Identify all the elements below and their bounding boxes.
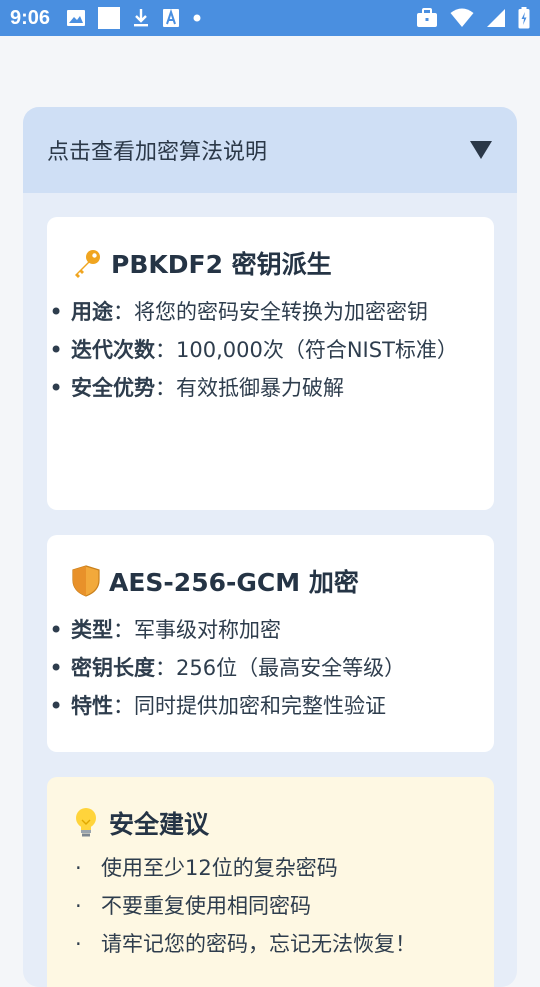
- pbkdf2-points: • 用途：将您的密码安全转换为加密密钥 • 迭代次数：100,000次（符合NIST…: [49, 293, 470, 407]
- accordion-title: 点击查看加密算法说明: [47, 140, 268, 165]
- key-icon: [71, 247, 103, 279]
- dot-icon: [192, 13, 202, 23]
- list-item: • 密钥长度：256位（最高安全等级）: [49, 654, 406, 682]
- accordion-header[interactable]: 点击查看加密算法说明: [23, 107, 517, 193]
- list-item: • 安全优势：有效抵御暴力破解: [49, 374, 344, 402]
- list-item: • 类型：军事级对称加密: [49, 616, 281, 644]
- font-icon: [162, 8, 180, 28]
- list-item: · 请牢记您的密码，忘记无法恢复！: [75, 932, 416, 956]
- status-right-icons: [404, 7, 530, 29]
- aes-card-title: AES-256-GCM 加密: [71, 561, 470, 601]
- shield-icon: [71, 565, 101, 597]
- list-item: • 用途：将您的密码安全转换为加密密钥: [49, 298, 428, 326]
- battery-icon: [518, 7, 530, 29]
- tips-title-text: 安全建议: [109, 810, 210, 839]
- status-time: 9:06: [10, 6, 51, 29]
- list-item: · 使用至少12位的复杂密码: [75, 856, 338, 880]
- list-item: · 不要重复使用相同密码: [75, 894, 311, 918]
- pbkdf2-card-title: PBKDF2 密钥派生: [71, 243, 470, 283]
- tips-list: · 使用至少12位的复杂密码 · 不要重复使用相同密码 · 请牢记您的密码，忘记…: [71, 849, 470, 963]
- aes-title-text: AES-256-GCM 加密: [109, 568, 359, 597]
- pbkdf2-title-text: PBKDF2 密钥派生: [111, 250, 332, 279]
- signal-icon: [486, 8, 506, 28]
- aes-card: AES-256-GCM 加密 • 类型：军事级对称加密 • 密钥长度：256位（最高…: [47, 535, 494, 752]
- pbkdf2-card: PBKDF2 密钥派生 • 用途：将您的密码安全转换为加密密钥 • 迭代次数：100…: [47, 217, 494, 510]
- image-icon: [66, 9, 86, 27]
- list-item: • 迭代次数：100,000次（符合NIST标准）: [49, 336, 458, 364]
- aes-points: • 类型：军事级对称加密 • 密钥长度：256位（最高安全等级） • 特性：同时提供加…: [49, 611, 470, 725]
- triangle-down-icon[interactable]: [469, 140, 493, 160]
- lightbulb-icon: [71, 806, 101, 840]
- square-icon: [98, 7, 121, 29]
- list-item: • 特性：同时提供加密和完整性验证: [49, 692, 386, 720]
- encryption-info-panel: 点击查看加密算法说明 PBKDF2 密钥派生 • 用途：将您的密码安全转换为加密密…: [23, 107, 517, 987]
- download-icon: [132, 8, 150, 28]
- wifi-icon: [450, 8, 474, 28]
- status-bar: 9:06: [0, 0, 540, 36]
- tips-card-title: 安全建议: [71, 803, 470, 843]
- briefcase-icon: [416, 8, 438, 28]
- security-tips-card: 安全建议 · 使用至少12位的复杂密码 · 不要重复使用相同密码 · 请牢记您的…: [47, 777, 494, 987]
